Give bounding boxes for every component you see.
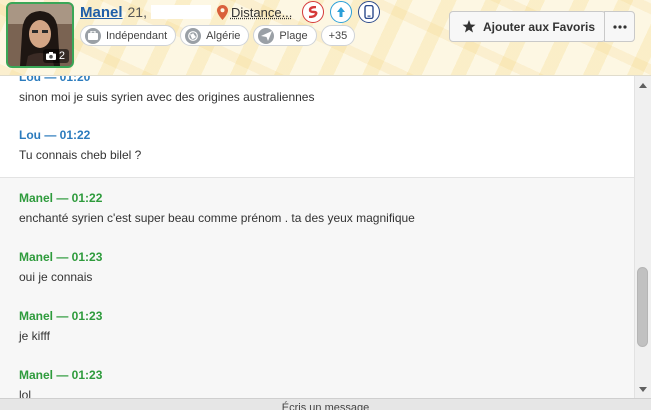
scrollbar-thumb[interactable]	[637, 267, 648, 347]
message-header: Manel — 01:23	[19, 250, 103, 264]
message-item: Manel — 01:22 enchanté syrien c'est supe…	[19, 191, 415, 225]
photo-count: 2	[58, 50, 65, 62]
message-header: Manel — 01:22	[19, 191, 103, 205]
tag-country[interactable]: Algérie	[180, 25, 250, 46]
avatar[interactable]: 2	[6, 2, 74, 68]
tag-interest[interactable]: Plage	[253, 25, 317, 46]
more-tags-button[interactable]: +35	[320, 25, 356, 46]
message-input[interactable]: Écris un message	[0, 398, 651, 410]
tag-interest-label: Plage	[279, 29, 308, 42]
message-text: oui je connais	[19, 270, 93, 284]
message-text: sinon moi je suis syrien avec des origin…	[19, 90, 315, 104]
mobile-phone-icon[interactable]	[358, 1, 381, 23]
distance-link[interactable]: Distance...	[231, 5, 292, 20]
boost-arrow-icon[interactable]	[330, 1, 353, 23]
message-text: enchanté syrien c'est super beau comme p…	[19, 211, 415, 225]
tag-job-label: Indépendant	[106, 29, 168, 42]
tag-country-label: Algérie	[206, 29, 241, 42]
profile-name-row: Manel 21, Distance...	[80, 1, 381, 23]
message-text: lol	[19, 388, 32, 398]
ellipsis-icon	[612, 24, 627, 29]
more-options-button[interactable]	[604, 11, 635, 42]
message-item: Manel — 01:23 oui je connais	[19, 250, 102, 284]
chat-scrollbar[interactable]	[634, 76, 651, 398]
tag-job[interactable]: Indépendant	[80, 25, 177, 46]
message-item: Manel — 01:23 je kifff	[19, 309, 102, 343]
message-text: je kifff	[19, 329, 50, 343]
profile-name[interactable]: Manel	[80, 4, 123, 21]
star-icon	[462, 20, 476, 33]
profile-age: 21,	[127, 4, 147, 20]
profile-tags: Indépendant Algérie Plage +35	[80, 25, 356, 46]
scroll-up-arrow-icon[interactable]	[635, 78, 651, 92]
message-text: Tu connais cheb bilel ?	[19, 148, 142, 162]
scroll-down-arrow-icon[interactable]	[635, 382, 651, 396]
plane-icon	[258, 27, 275, 44]
message-header: Lou — 01:22	[19, 128, 91, 142]
message-header: Manel — 01:23	[19, 368, 103, 382]
profile-header: 2 Manel 21, Distance... Indépendant Algé…	[0, 0, 651, 76]
photo-count-badge: 2	[42, 49, 69, 63]
message-header: Lou — 01:20	[19, 76, 91, 84]
briefcase-icon	[85, 27, 101, 44]
location-pin-icon	[216, 4, 228, 20]
add-favorite-label: Ajouter aux Favoris	[483, 19, 596, 34]
message-item: Lou — 01:20 sinon moi je suis syrien ave…	[19, 76, 314, 104]
message-header: Manel — 01:23	[19, 309, 103, 323]
camera-icon	[45, 52, 56, 60]
message-item: Manel — 01:23 lol	[19, 368, 102, 398]
message-item: Lou — 01:22 Tu connais cheb bilel ?	[19, 128, 141, 162]
globe-icon	[185, 27, 202, 44]
flash-badge-icon[interactable]	[302, 1, 325, 23]
add-favorite-button[interactable]: Ajouter aux Favoris	[449, 11, 606, 42]
redacted-area	[150, 5, 211, 19]
chat-history[interactable]: Lou — 01:20 sinon moi je suis syrien ave…	[0, 76, 634, 398]
